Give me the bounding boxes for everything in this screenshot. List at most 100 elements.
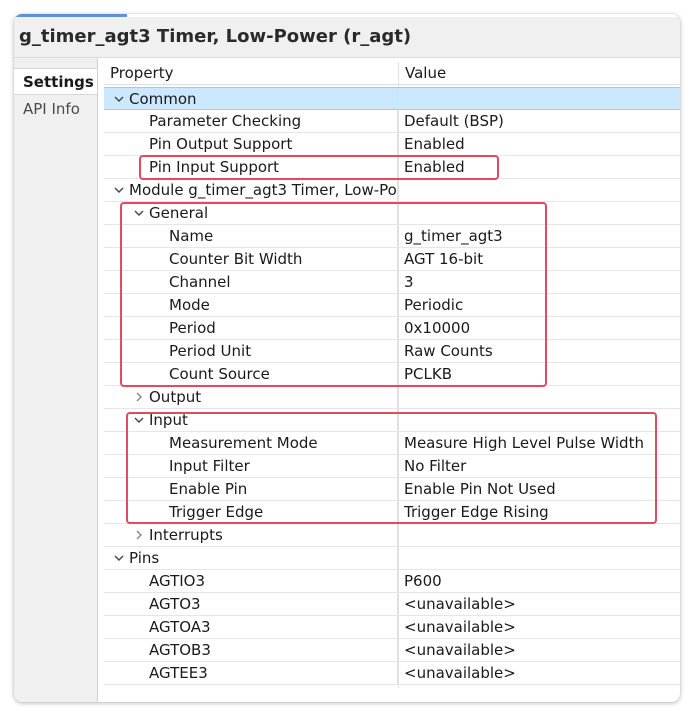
property-label: Input xyxy=(149,411,188,429)
tree-row[interactable]: Channel 3 xyxy=(104,271,680,294)
table-header: Property Value xyxy=(104,62,680,85)
property-cell: AGTOB3 xyxy=(104,639,398,661)
property-value[interactable]: g_timer_agt3 xyxy=(404,227,503,245)
chevron-down-icon[interactable] xyxy=(112,183,126,197)
tab-api-info[interactable]: API Info xyxy=(14,96,97,123)
property-cell: Period xyxy=(104,317,398,339)
property-label: Mode xyxy=(169,296,210,314)
property-label: Period xyxy=(169,319,216,337)
tree-row[interactable]: Count Source PCLKB xyxy=(104,363,680,386)
chevron-down-icon[interactable] xyxy=(112,551,126,565)
property-cell: Output xyxy=(104,386,398,408)
property-value[interactable]: Measure High Level Pulse Width xyxy=(404,434,644,452)
property-label: Pins xyxy=(129,549,160,567)
column-header-value[interactable]: Value xyxy=(405,64,446,82)
tree-row[interactable]: Parameter Checking Default (BSP) xyxy=(104,110,680,133)
property-label: AGTOB3 xyxy=(149,641,211,659)
property-label: Count Source xyxy=(169,365,270,383)
property-cell: Parameter Checking xyxy=(104,110,398,132)
property-cell: Pin Output Support xyxy=(104,133,398,155)
tree-row[interactable]: Trigger Edge Trigger Edge Rising xyxy=(104,501,680,524)
property-value[interactable]: 0x10000 xyxy=(404,319,470,337)
tree-row[interactable]: AGTO3 <unavailable> xyxy=(104,593,680,616)
property-cell: Period Unit xyxy=(104,340,398,362)
property-value[interactable]: AGT 16-bit xyxy=(404,250,483,268)
tree-row[interactable]: General xyxy=(104,202,680,225)
tree-row[interactable]: Name g_timer_agt3 xyxy=(104,225,680,248)
tree-row[interactable]: AGTOA3 <unavailable> xyxy=(104,616,680,639)
tree-row[interactable]: Counter Bit Width AGT 16-bit xyxy=(104,248,680,271)
property-value[interactable]: 3 xyxy=(404,273,414,291)
property-label: Common xyxy=(129,90,197,108)
property-value[interactable]: PCLKB xyxy=(404,365,452,383)
property-label: Input Filter xyxy=(169,457,250,475)
property-cell: Pins xyxy=(104,547,398,569)
tree-row[interactable]: Input xyxy=(104,409,680,432)
chevron-down-icon[interactable] xyxy=(132,206,146,220)
property-label: Name xyxy=(169,227,214,245)
tree-row[interactable]: Module g_timer_agt3 Timer, Low-Power (r_… xyxy=(104,179,680,202)
title-bar: g_timer_agt3 Timer, Low-Power (r_agt) xyxy=(14,17,680,58)
tree-row[interactable]: Period Unit Raw Counts xyxy=(104,340,680,363)
tree-row[interactable]: Pins xyxy=(104,547,680,570)
property-label: Counter Bit Width xyxy=(169,250,303,268)
property-value[interactable]: Periodic xyxy=(404,296,463,314)
property-value[interactable]: Enabled xyxy=(404,135,465,153)
property-value[interactable]: P600 xyxy=(404,572,442,590)
property-value[interactable]: <unavailable> xyxy=(404,664,516,682)
property-label: Period Unit xyxy=(169,342,252,360)
property-cell: AGTO3 xyxy=(104,593,398,615)
property-value[interactable]: Raw Counts xyxy=(404,342,493,360)
property-label: Channel xyxy=(169,273,231,291)
property-label: Measurement Mode xyxy=(169,434,318,452)
property-value[interactable]: Enable Pin Not Used xyxy=(404,480,556,498)
tree-row[interactable]: Period 0x10000 xyxy=(104,317,680,340)
property-cell: Channel xyxy=(104,271,398,293)
tree-row[interactable]: Output xyxy=(104,386,680,409)
property-value[interactable]: <unavailable> xyxy=(404,618,516,636)
property-value[interactable]: No Filter xyxy=(404,457,466,475)
column-header-property[interactable]: Property xyxy=(110,64,173,82)
property-label: Pin Input Support xyxy=(149,158,280,176)
chevron-right-icon[interactable] xyxy=(132,390,146,404)
property-cell: Name xyxy=(104,225,398,247)
property-label: Interrupts xyxy=(149,526,223,544)
tree-row[interactable]: Pin Input Support Enabled xyxy=(104,156,680,179)
property-cell: Input Filter xyxy=(104,455,398,477)
property-cell: AGTEE3 xyxy=(104,662,398,684)
property-cell: Trigger Edge xyxy=(104,501,398,523)
tree-row[interactable]: AGTOB3 <unavailable> xyxy=(104,639,680,662)
property-cell: Mode xyxy=(104,294,398,316)
property-label: Enable Pin xyxy=(169,480,248,498)
property-cell: Interrupts xyxy=(104,524,398,546)
property-label: AGTO3 xyxy=(149,595,201,613)
tree-row[interactable]: Mode Periodic xyxy=(104,294,680,317)
chevron-right-icon[interactable] xyxy=(132,528,146,542)
tab-settings[interactable]: Settings xyxy=(14,68,97,95)
tree-row[interactable]: Measurement Mode Measure High Level Pulse… xyxy=(104,432,680,455)
chevron-down-icon[interactable] xyxy=(132,413,146,427)
tree-row[interactable]: Enable Pin Enable Pin Not Used xyxy=(104,478,680,501)
property-cell: Module g_timer_agt3 Timer, Low-Power (r_… xyxy=(104,179,398,201)
tree-row[interactable]: AGTEE3 <unavailable> xyxy=(104,662,680,685)
tree-row[interactable]: Pin Output Support Enabled xyxy=(104,133,680,156)
tree-row[interactable]: Common xyxy=(104,87,680,110)
property-value[interactable]: Trigger Edge Rising xyxy=(404,503,549,521)
property-value[interactable]: Default (BSP) xyxy=(404,112,504,130)
tree-row[interactable]: Interrupts xyxy=(104,524,680,547)
tree-row[interactable]: AGTIO3 P600 xyxy=(104,570,680,593)
property-label: Output xyxy=(149,388,202,406)
property-label: AGTIO3 xyxy=(149,572,206,590)
property-cell: AGTOA3 xyxy=(104,616,398,638)
property-cell: Common xyxy=(104,88,398,110)
property-value[interactable]: <unavailable> xyxy=(404,641,516,659)
property-cell: Enable Pin xyxy=(104,478,398,500)
property-label: AGTOA3 xyxy=(149,618,211,636)
property-value[interactable]: <unavailable> xyxy=(404,595,516,613)
property-value[interactable]: Enabled xyxy=(404,158,465,176)
property-label: AGTEE3 xyxy=(149,664,208,682)
chevron-down-icon[interactable] xyxy=(112,92,126,106)
property-cell: Input xyxy=(104,409,398,431)
tree-row[interactable]: Input Filter No Filter xyxy=(104,455,680,478)
property-label: Pin Output Support xyxy=(149,135,293,153)
